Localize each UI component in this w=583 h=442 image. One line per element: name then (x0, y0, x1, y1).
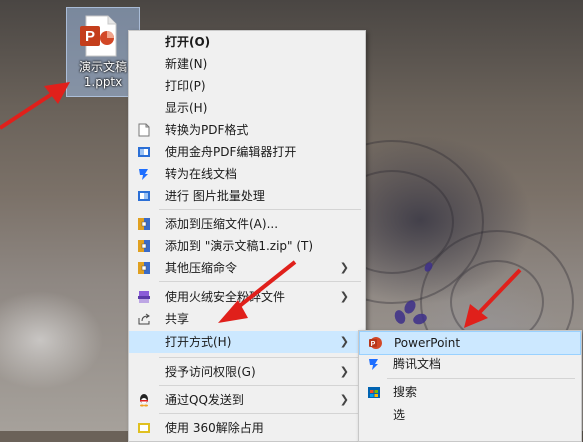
qq-icon (140, 394, 148, 407)
svg-text:P: P (85, 28, 95, 45)
360-icon (138, 423, 150, 433)
shredder-icon (138, 291, 150, 303)
file-name-line2: 1.pptx (83, 75, 123, 89)
pdf-editor-icon (138, 147, 150, 157)
submenu-item-label: 搜索 (393, 385, 418, 399)
menu-item-convert-pdf[interactable]: 转换为PDF格式 (129, 119, 363, 141)
context-menu: 打开(O) 新建(N) 打印(P) 显示(H) 转换为PDF格式 使用金舟PDF… (128, 30, 366, 442)
tencent-docs-icon (369, 359, 378, 370)
menu-item-label: 通过QQ发送到 (165, 393, 244, 407)
menu-item-print[interactable]: 打印(P) (129, 75, 363, 97)
open-with-submenu: P PowerPoint 腾讯文档 搜索 选 (358, 330, 582, 442)
menu-item-add-archive[interactable]: 添加到压缩文件(A)... (129, 213, 363, 235)
submenu-item-powerpoint[interactable]: P PowerPoint (359, 331, 581, 355)
menu-item-show[interactable]: 显示(H) (129, 97, 363, 119)
menu-separator (159, 413, 361, 414)
menu-item-label: 添加到 "演示文稿1.zip" (T) (165, 239, 314, 253)
file-name-label: 演示文稿 1.pptx (69, 60, 137, 90)
menu-item-add-zip[interactable]: 添加到 "演示文稿1.zip" (T) (129, 235, 363, 257)
menu-item-360-unlock[interactable]: 使用 360解除占用 (129, 417, 363, 439)
menu-separator (159, 209, 361, 210)
menu-item-label: 打开(O) (165, 35, 211, 49)
tencent-docs-icon (139, 169, 148, 180)
submenu-item-label: 腾讯文档 (393, 357, 442, 371)
menu-item-label: 显示(H) (165, 101, 208, 115)
menu-item-open[interactable]: 打开(O) (129, 31, 363, 53)
image-batch-icon (138, 191, 150, 201)
share-icon (138, 313, 150, 325)
menu-separator (159, 385, 361, 386)
chevron-right-icon: ❯ (339, 290, 349, 303)
archive-icon (138, 262, 150, 274)
submenu-item-label: 选 (393, 408, 406, 422)
menu-item-send-qq[interactable]: 通过QQ发送到 ❯ (129, 389, 363, 411)
menu-item-label: 使用金舟PDF编辑器打开 (165, 145, 297, 159)
menu-item-new[interactable]: 新建(N) (129, 53, 363, 75)
menu-item-online-doc[interactable]: 转为在线文档 (129, 163, 363, 185)
powerpoint-icon: P (369, 337, 382, 349)
menu-item-shred[interactable]: 使用火绒安全粉碎文件 ❯ (129, 286, 363, 308)
svg-text:P: P (371, 341, 376, 348)
document-icon (138, 123, 150, 137)
menu-item-label: 其他压缩命令 (165, 261, 238, 275)
submenu-item-label: PowerPoint (394, 336, 461, 350)
menu-item-image-batch[interactable]: 进行 图片批量处理 (129, 185, 363, 207)
archive-icon (138, 218, 150, 230)
menu-item-label: 进行 图片批量处理 (165, 189, 265, 203)
file-name-line1: 演示文稿 (78, 60, 127, 74)
chevron-right-icon: ❯ (339, 365, 349, 378)
menu-separator (387, 378, 575, 379)
menu-item-label: 转为在线文档 (165, 167, 238, 181)
store-icon (368, 387, 380, 398)
menu-item-share[interactable]: 共享 (129, 308, 363, 330)
submenu-item-choose[interactable]: 选 (359, 404, 579, 426)
archive-icon (138, 240, 150, 252)
menu-item-label: 新建(N) (165, 57, 208, 71)
submenu-item-tencent-docs[interactable]: 腾讯文档 (359, 353, 579, 375)
menu-item-label: 授予访问权限(G) (165, 365, 256, 379)
submenu-item-search-store[interactable]: 搜索 (359, 381, 579, 403)
menu-item-open-with[interactable]: 打开方式(H) ❯ (129, 331, 363, 353)
menu-item-label: 打开方式(H) (165, 335, 232, 349)
menu-item-label: 转换为PDF格式 (165, 123, 249, 137)
menu-item-label: 使用 360解除占用 (165, 421, 264, 435)
menu-item-other-compress[interactable]: 其他压缩命令 ❯ (129, 257, 363, 279)
menu-item-label: 打印(P) (165, 79, 206, 93)
chevron-right-icon: ❯ (339, 393, 349, 406)
menu-item-label: 添加到压缩文件(A)... (165, 217, 279, 231)
chevron-right-icon: ❯ (339, 261, 349, 274)
menu-separator (159, 281, 361, 282)
menu-item-label: 使用火绒安全粉碎文件 (165, 290, 286, 304)
menu-separator (159, 357, 361, 358)
menu-item-open-pdf-editor[interactable]: 使用金舟PDF编辑器打开 (129, 141, 363, 163)
powerpoint-file-icon: P (80, 15, 117, 57)
menu-item-grant-access[interactable]: 授予访问权限(G) ❯ (129, 361, 363, 383)
menu-item-label: 共享 (165, 312, 190, 326)
chevron-right-icon: ❯ (339, 335, 349, 348)
